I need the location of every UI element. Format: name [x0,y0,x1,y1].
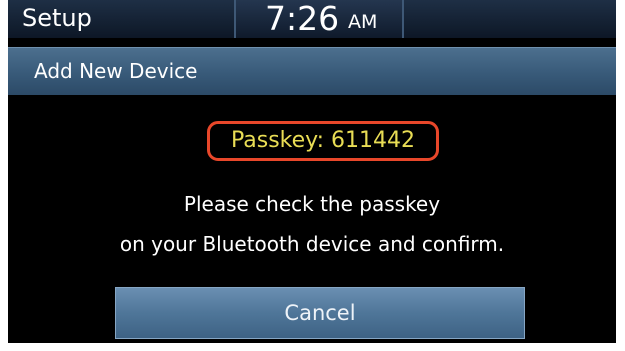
section-header: Add New Device [8,47,616,95]
clock: 7:26 AM [234,0,404,38]
cancel-button[interactable]: Cancel [115,287,525,339]
app-title: Setup [22,4,92,32]
instruction-line-1: Please check the passkey [183,192,441,216]
head-unit-screen: Setup 7:26 AM Add New Device Passkey: 61… [8,0,616,343]
section-title: Add New Device [34,59,198,83]
clock-ampm: AM [348,11,378,33]
instruction-line-2: on your Bluetooth device and confirm. [119,232,505,256]
passkey-display: Passkey: 611442 [207,121,439,161]
status-bar: Setup 7:26 AM [8,0,616,38]
clock-time: 7:26 [265,0,340,38]
